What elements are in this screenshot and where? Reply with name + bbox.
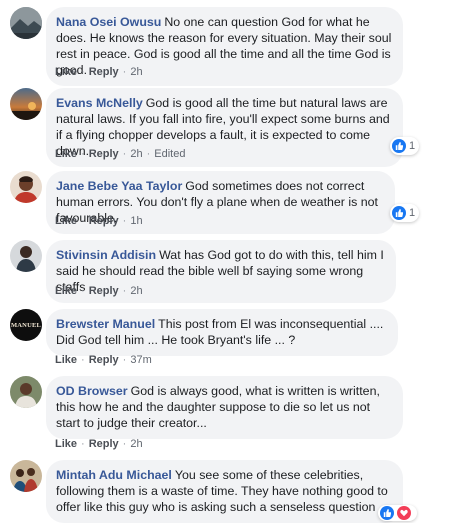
group-avatar-icon — [10, 460, 42, 492]
love-reaction-icon — [397, 506, 411, 520]
avatar[interactable] — [10, 460, 42, 492]
like-reaction-icon — [380, 506, 394, 520]
reaction-count[interactable] — [378, 505, 417, 521]
comment-item: Mintah Adu Michael You see some of these … — [0, 0, 452, 523]
comment-author[interactable]: Mintah Adu Michael — [56, 468, 172, 482]
